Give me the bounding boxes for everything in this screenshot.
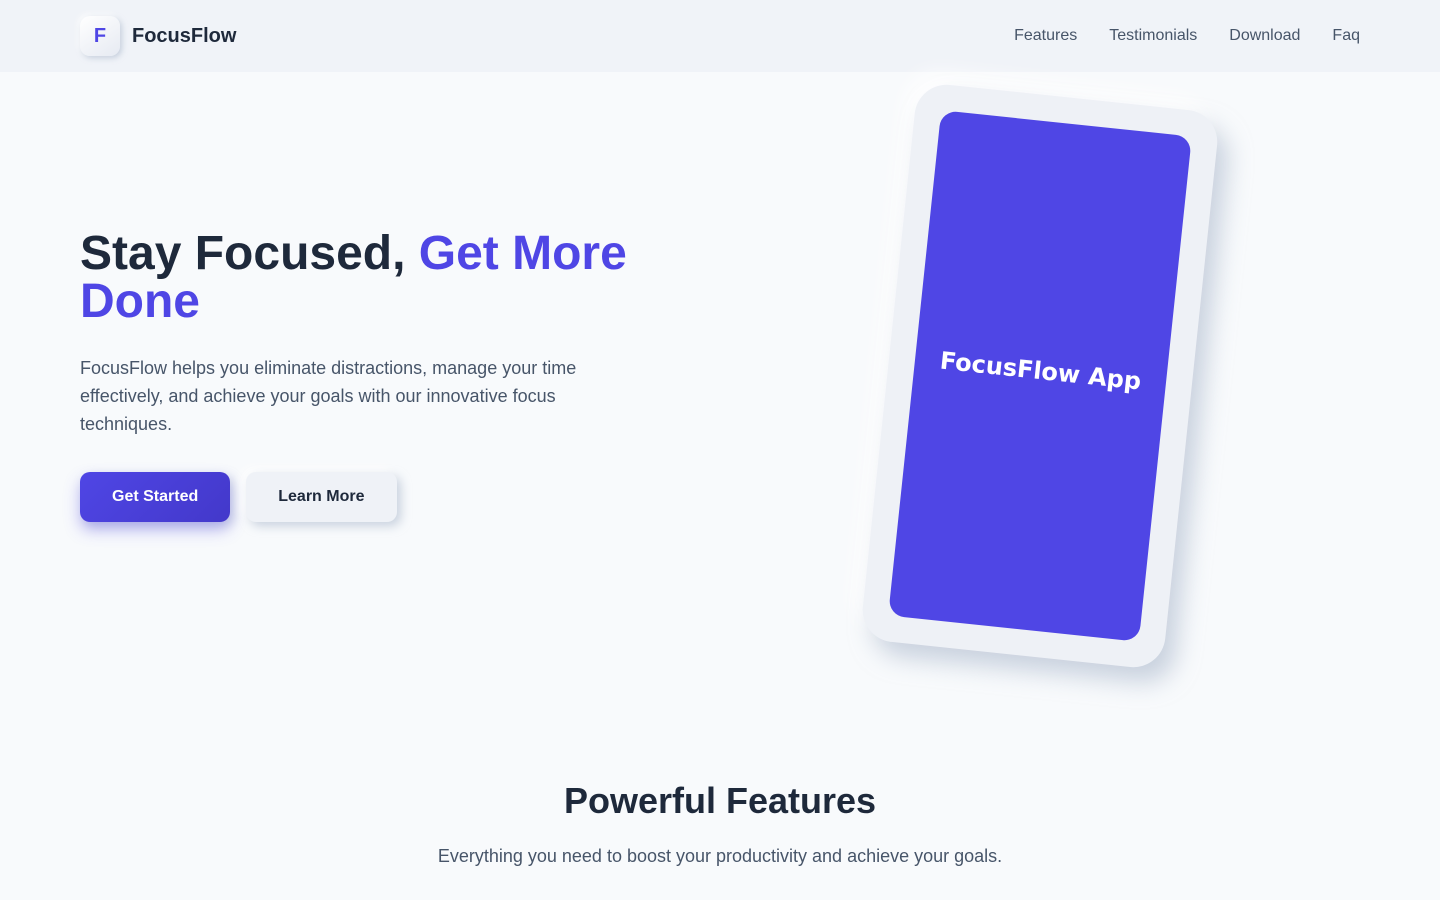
learn-more-button[interactable]: Learn More: [246, 472, 397, 522]
phone-frame: FocusFlow App: [859, 81, 1221, 671]
phone-app-label: FocusFlow App: [938, 346, 1143, 396]
nav-link-features[interactable]: Features: [1014, 27, 1077, 45]
hero-title: Stay Focused, Get More Done: [80, 230, 680, 326]
brand-name: FocusFlow: [132, 24, 237, 47]
nav-link-testimonials[interactable]: Testimonials: [1109, 27, 1197, 45]
logo-icon: F: [80, 16, 120, 56]
brand-link[interactable]: F FocusFlow: [80, 16, 236, 56]
phone-screen: FocusFlow App: [888, 110, 1192, 642]
phone-mockup: FocusFlow App: [859, 81, 1221, 671]
main-nav: Features Testimonials Download Faq: [1014, 27, 1360, 45]
features-title: Powerful Features: [563, 780, 877, 821]
hero-description: FocusFlow helps you eliminate distractio…: [80, 358, 577, 434]
nav-link-faq[interactable]: Faq: [1332, 27, 1360, 45]
features-section: Powerful Features Everything you need to…: [0, 780, 1440, 867]
hero-buttons: Get Started Learn More: [80, 472, 680, 522]
get-started-button[interactable]: Get Started: [80, 472, 231, 522]
site-header: F FocusFlow Features Testimonials Downlo…: [0, 0, 1440, 72]
features-subtitle: Everything you need to boost your produc…: [437, 846, 1003, 866]
hero-title-plain: Stay Focused,: [80, 227, 419, 280]
nav-link-download[interactable]: Download: [1229, 27, 1300, 45]
hero-section: Stay Focused, Get More Done FocusFlow he…: [80, 230, 680, 522]
